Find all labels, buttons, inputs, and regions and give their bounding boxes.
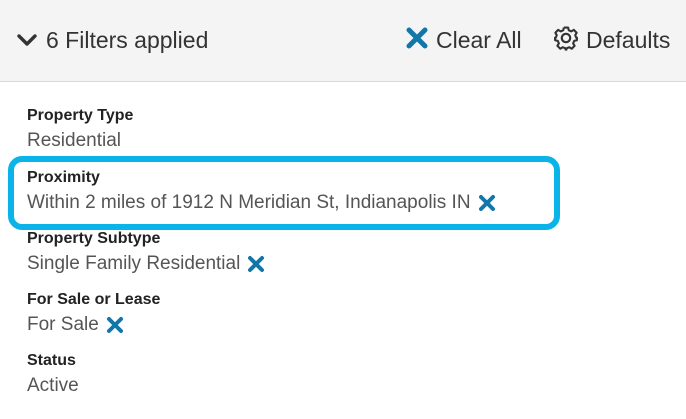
- gear-icon: [553, 25, 579, 56]
- filter-property-type: Property Type Residential: [27, 107, 133, 153]
- filter-title: Property Subtype: [27, 230, 161, 247]
- filters-toggle[interactable]: 6 Filters applied: [16, 25, 208, 55]
- filter-property-subtype: Property Subtype Single Family Residenti…: [27, 230, 265, 276]
- filters-count-label: 6 Filters applied: [46, 26, 209, 53]
- filter-value: Single Family Residential: [27, 253, 241, 274]
- filters-header: 6 Filters applied Clear All Defaults: [0, 0, 686, 82]
- filter-proximity: Proximity Within 2 miles of 1912 N Merid…: [27, 169, 496, 215]
- filter-title: Proximity: [27, 169, 100, 186]
- remove-property-subtype-filter-icon[interactable]: [247, 255, 265, 273]
- filter-title: Status: [27, 352, 76, 369]
- filter-title: For Sale or Lease: [27, 291, 161, 308]
- filter-status: Status Active: [27, 352, 79, 398]
- filter-value: Residential: [27, 130, 121, 151]
- filter-title: Property Type: [27, 107, 134, 124]
- clear-all-button[interactable]: Clear All: [405, 25, 522, 55]
- filter-value: Active: [27, 375, 79, 396]
- clear-all-label: Clear All: [436, 26, 522, 53]
- filter-value: For Sale: [27, 314, 99, 335]
- filter-for-sale-or-lease: For Sale or Lease For Sale: [27, 291, 160, 337]
- defaults-label: Defaults: [586, 26, 671, 53]
- close-x-icon: [405, 26, 429, 55]
- defaults-button[interactable]: Defaults: [553, 25, 670, 55]
- filter-value: Within 2 miles of 1912 N Meridian St, In…: [27, 192, 471, 213]
- remove-for-sale-filter-icon[interactable]: [106, 316, 124, 334]
- remove-proximity-filter-icon[interactable]: [478, 194, 496, 212]
- chevron-down-icon: [16, 32, 38, 48]
